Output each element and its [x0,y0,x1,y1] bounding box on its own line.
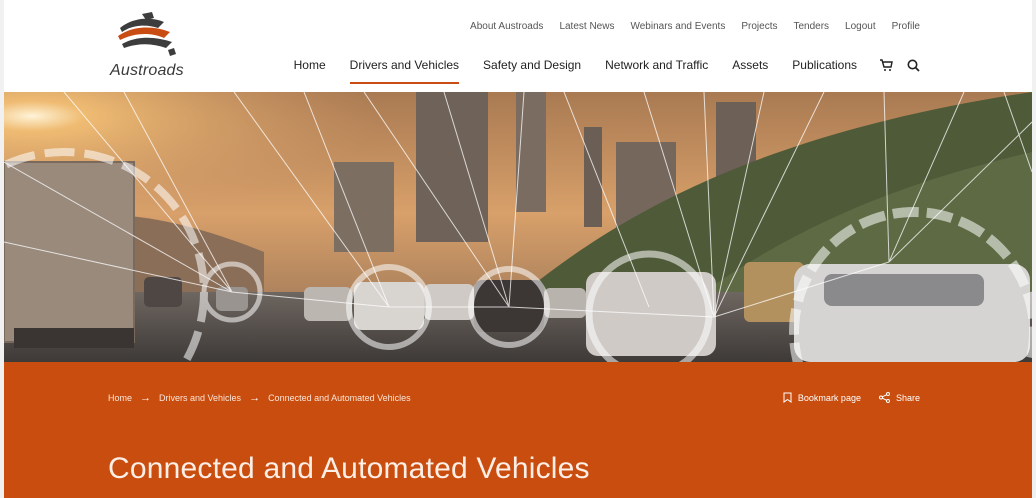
util-link-tenders[interactable]: Tenders [793,21,829,32]
breadcrumb-current: Connected and Automated Vehicles [268,393,411,403]
page-header-band: Home → Drivers and Vehicles → Connected … [4,362,1032,498]
nav-item-assets[interactable]: Assets [732,58,768,72]
utility-nav: About Austroads Latest News Webinars and… [470,21,920,32]
nav-item-home[interactable]: Home [294,58,326,72]
nav-item-network-and-traffic[interactable]: Network and Traffic [605,58,708,72]
logo-text: Austroads [110,62,184,79]
nav-item-publications[interactable]: Publications [792,58,857,72]
main-nav: Home Drivers and Vehicles Safety and Des… [294,58,920,84]
austroads-logo[interactable]: Austroads [108,10,204,82]
page-actions: Bookmark page Share [783,392,920,403]
site-header: Austroads About Austroads Latest News We… [4,0,1032,92]
page: Austroads About Austroads Latest News We… [4,0,1032,498]
nav-item-drivers-and-vehicles[interactable]: Drivers and Vehicles [349,58,460,84]
util-link-webinars[interactable]: Webinars and Events [630,21,725,32]
util-link-news[interactable]: Latest News [559,21,614,32]
share-icon [878,392,890,403]
cart-icon[interactable] [879,58,893,72]
breadcrumb-home[interactable]: Home [108,393,132,403]
share-label: Share [895,392,920,403]
bookmark-page-button[interactable]: Bookmark page [783,392,861,403]
nav-item-safety-and-design[interactable]: Safety and Design [483,58,581,72]
traffic-hero-illustration [4,92,1032,362]
bookmark-label: Bookmark page [797,392,861,403]
nav-icons [879,58,920,72]
util-link-projects[interactable]: Projects [741,21,777,32]
page-title: Connected and Automated Vehicles [108,452,590,486]
util-link-about[interactable]: About Austroads [470,21,543,32]
util-link-logout[interactable]: Logout [845,21,876,32]
bookmark-icon [783,392,792,403]
hero-image [4,92,1032,362]
search-icon[interactable] [907,59,920,72]
breadcrumb: Home → Drivers and Vehicles → Connected … [108,392,411,404]
util-link-profile[interactable]: Profile [892,21,920,32]
share-button[interactable]: Share [878,392,920,403]
breadcrumb-drivers-and-vehicles[interactable]: Drivers and Vehicles [159,393,241,403]
breadcrumb-arrow-icon: → [249,392,261,404]
logo-mark-icon [118,12,176,56]
breadcrumb-arrow-icon: → [140,392,152,404]
